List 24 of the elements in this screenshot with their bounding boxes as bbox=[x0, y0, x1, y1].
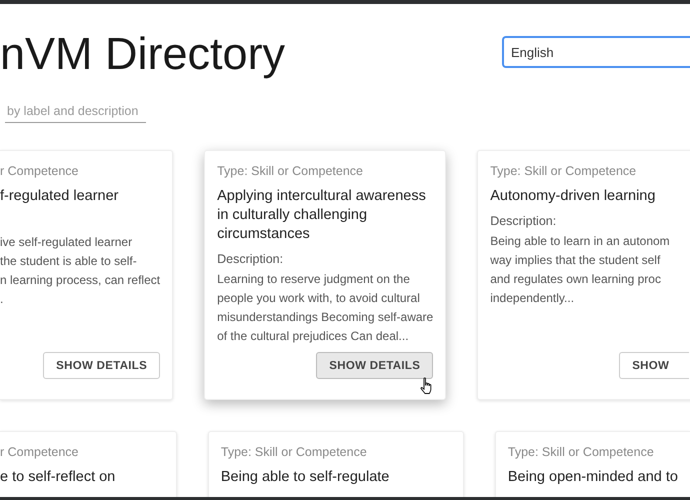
show-details-button[interactable]: SHOW bbox=[619, 352, 690, 379]
hand-pointer-icon bbox=[420, 377, 434, 395]
type-label: Type: Skill or Competence bbox=[217, 163, 364, 179]
card-title: e to self-reflect on bbox=[0, 468, 116, 487]
show-details-button[interactable]: SHOW DETAILS bbox=[43, 352, 160, 379]
description-text: Learning to reserve judgment on the people you work with, to avoid cultural misunderstandings Becoming self-aware of the cultural prejudices Can deal... bbox=[217, 271, 434, 345]
card-title: Autonomy-driven learning bbox=[490, 187, 656, 206]
language-select[interactable]: English bbox=[502, 36, 690, 68]
type-label: Type: Skill or Competence bbox=[220, 444, 368, 460]
description-label: Description: bbox=[490, 213, 558, 230]
search-field[interactable]: by label and description bbox=[5, 102, 146, 123]
type-label: Type: Skill or Competence bbox=[490, 163, 638, 179]
type-label: Type: Skill or Competence bbox=[508, 444, 655, 460]
card-title: f-regulated learner bbox=[0, 187, 120, 206]
card-title: Being open-minded and to bbox=[508, 468, 678, 487]
description-text: Being able to learn in an autonom way implies that the student self and regulates own learning proc independently... bbox=[490, 233, 671, 307]
type-label: r Competence bbox=[0, 444, 80, 460]
show-details-button[interactable]: SHOW DETAILS bbox=[316, 352, 434, 379]
page-title: nVM Directory bbox=[0, 27, 286, 81]
description-text: ive self-regulated learner the student is able to self- n learning process, can reflect . bbox=[0, 234, 160, 308]
card-title: Being able to self-regulate bbox=[220, 468, 390, 487]
description-label: Description: bbox=[217, 251, 284, 268]
type-label: r Competence bbox=[0, 163, 80, 179]
card-title: Applying intercultural awareness in culturally challenging circumstances bbox=[217, 187, 427, 244]
